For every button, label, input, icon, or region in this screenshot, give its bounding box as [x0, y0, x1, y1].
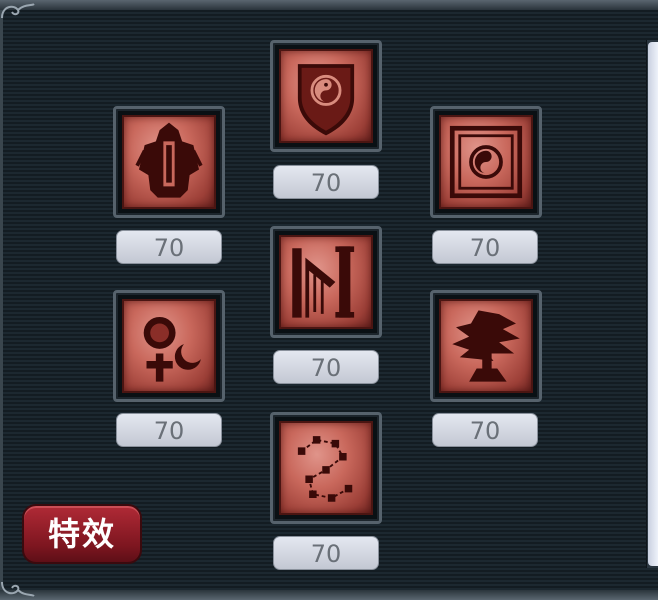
- corner-ornament-icon: [0, 578, 36, 600]
- skill-slot-pine[interactable]: [430, 290, 542, 402]
- skill-level-label: 70: [273, 165, 379, 199]
- window-bottom-border: [0, 590, 658, 600]
- slash-pillar-icon: [292, 246, 355, 318]
- window-left-border: [0, 10, 3, 590]
- shield-taiji-icon: [297, 64, 355, 136]
- skill-tile: [279, 235, 373, 329]
- skill-tile: [279, 49, 373, 143]
- pine-tree-icon: [452, 310, 520, 382]
- skill-tile: [439, 299, 533, 393]
- armor-totem-icon: [135, 122, 203, 198]
- corner-ornament-icon: [0, 0, 36, 22]
- skill-slot-shield[interactable]: [270, 40, 382, 152]
- window-top-border: [0, 0, 658, 10]
- skill-tile: [439, 115, 533, 209]
- seal-taiji-icon: [449, 125, 523, 199]
- skill-level-label: 70: [116, 230, 222, 264]
- skill-level-label: 70: [116, 413, 222, 447]
- skill-tile: [279, 421, 373, 515]
- skill-tile: [122, 299, 216, 393]
- constellation-icon: [297, 436, 353, 502]
- skill-slot-slash[interactable]: [270, 226, 382, 338]
- effects-button[interactable]: 特效: [22, 504, 142, 564]
- skill-level-label: 70: [273, 350, 379, 384]
- skill-slot-seal[interactable]: [430, 106, 542, 218]
- skill-level-label: 70: [273, 536, 379, 570]
- skill-level-label: 70: [432, 230, 538, 264]
- skill-level-label: 70: [432, 413, 538, 447]
- scrollbar-thumb[interactable]: [648, 42, 658, 566]
- sun-moon-cross-icon: [143, 316, 201, 382]
- skill-tile: [122, 115, 216, 209]
- skill-slot-armor[interactable]: [113, 106, 225, 218]
- skill-slot-celestial[interactable]: [113, 290, 225, 402]
- skill-slot-constellation[interactable]: [270, 412, 382, 524]
